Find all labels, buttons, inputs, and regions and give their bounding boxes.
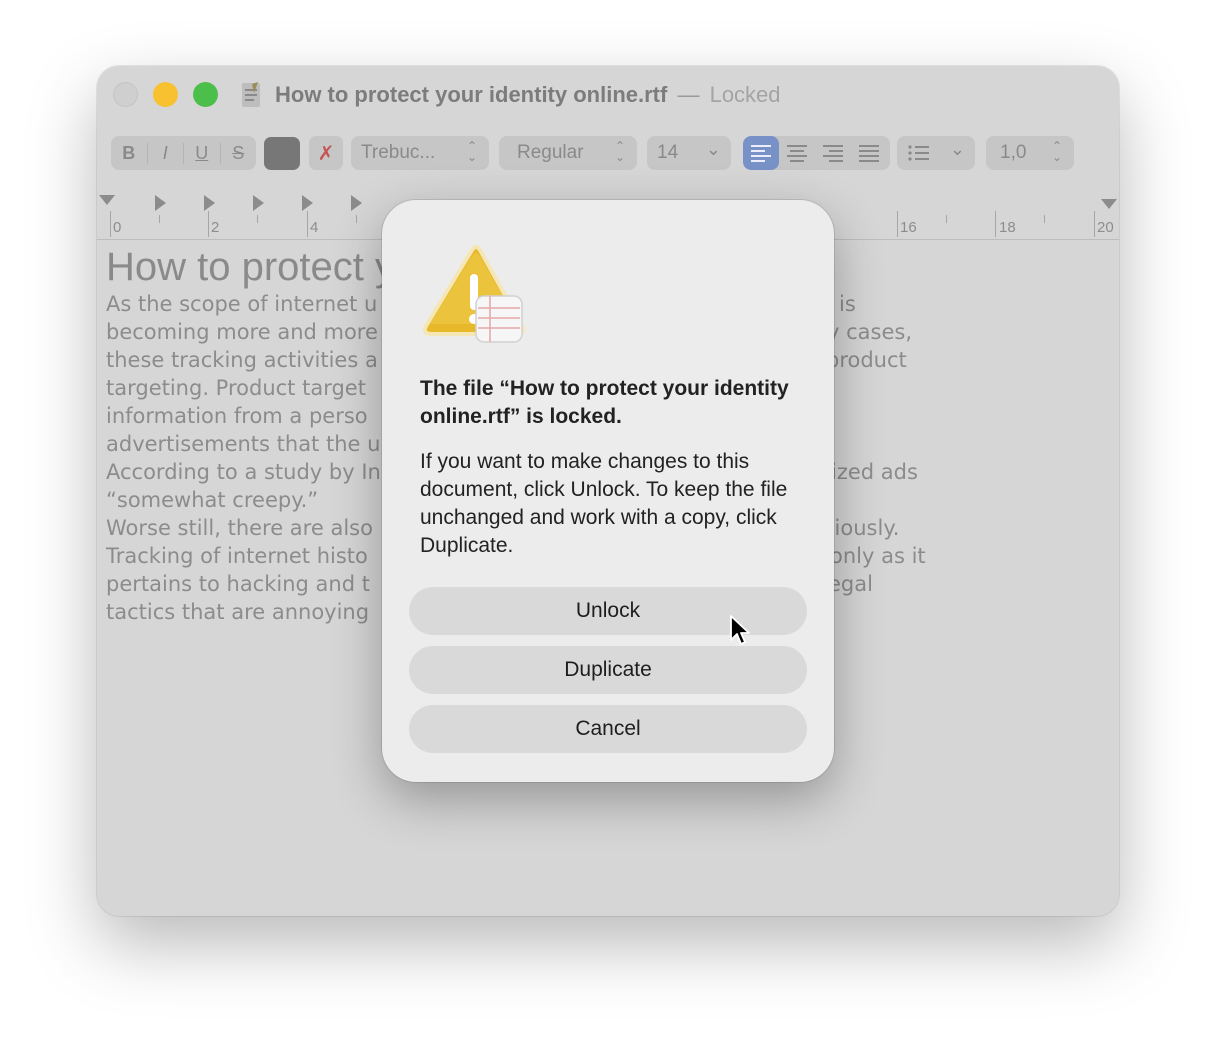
ruler-label: 2 bbox=[211, 219, 220, 236]
document-fragment bbox=[836, 374, 926, 402]
strikethrough-button[interactable]: S bbox=[219, 142, 257, 164]
alert-title: The file “How to protect your identity o… bbox=[420, 377, 789, 428]
line-spacing-value: 1,0 bbox=[1000, 142, 1027, 163]
bold-button[interactable]: B bbox=[111, 143, 147, 164]
lock-status[interactable]: Locked bbox=[710, 82, 781, 107]
close-button[interactable] bbox=[113, 82, 138, 107]
document-fragment: only as it bbox=[830, 544, 926, 568]
alert-message: If you want to make changes to this docu… bbox=[420, 450, 788, 557]
document-fragment: ciously. bbox=[823, 516, 900, 540]
ruler-tick bbox=[110, 211, 111, 237]
text-style-buttons: B I U S bbox=[111, 136, 256, 170]
locked-file-alert: The file “How to protect your identity o… bbox=[382, 200, 834, 782]
ruler-tick bbox=[1094, 211, 1095, 237]
line-spacing-popup[interactable]: 1,0 ⌃ ⌄ bbox=[986, 136, 1074, 170]
italic-button[interactable]: I bbox=[146, 142, 184, 164]
ruler-tick bbox=[307, 211, 308, 237]
document-fragment: is bbox=[839, 292, 856, 316]
text-color-well[interactable] bbox=[264, 137, 300, 170]
document-fragment bbox=[836, 402, 926, 430]
align-right-button[interactable] bbox=[815, 136, 851, 170]
ruler-tick bbox=[946, 215, 947, 223]
updown-chevron-icon: ⌃ ⌄ bbox=[466, 139, 477, 164]
align-left-icon bbox=[751, 145, 771, 162]
document-fragment: egal bbox=[828, 572, 873, 596]
title-separator: — bbox=[677, 82, 700, 107]
right-indent-marker[interactable] bbox=[1101, 199, 1117, 209]
title-bar[interactable]: How to protect your identity online.rtf … bbox=[97, 66, 1119, 124]
ruler-tick bbox=[257, 215, 258, 223]
tab-stop[interactable] bbox=[302, 195, 313, 211]
font-style-popup[interactable]: Regular ⌃ ⌄ bbox=[499, 136, 637, 170]
align-center-button[interactable] bbox=[779, 136, 815, 170]
justify-icon bbox=[859, 145, 879, 162]
ruler-tick bbox=[356, 215, 357, 223]
document-fragment: y cases, bbox=[827, 320, 912, 344]
left-indent-marker[interactable] bbox=[99, 195, 115, 205]
ruler-tick bbox=[995, 211, 996, 237]
font-size-value: 14 bbox=[657, 142, 679, 163]
ruler-label: 0 bbox=[113, 219, 122, 236]
zoom-button[interactable] bbox=[193, 82, 218, 107]
underline-button[interactable]: U bbox=[183, 142, 220, 164]
ruler-tick bbox=[897, 211, 898, 237]
align-left-button[interactable] bbox=[743, 136, 779, 170]
ruler-label: 20 bbox=[1097, 219, 1114, 236]
align-right-icon bbox=[823, 145, 843, 162]
document-fragment bbox=[836, 486, 926, 514]
document-fragment bbox=[836, 430, 926, 458]
updown-chevron-icon: ⌃ ⌄ bbox=[1051, 139, 1062, 164]
align-center-icon bbox=[787, 145, 807, 162]
chevron-down-icon: ⌄ bbox=[949, 139, 965, 159]
cancel-button[interactable]: Cancel bbox=[409, 705, 807, 753]
chevron-down-icon[interactable]: ⌄ bbox=[706, 139, 721, 160]
mouse-pointer-icon bbox=[730, 615, 750, 645]
tab-stop[interactable] bbox=[204, 195, 215, 211]
tab-stop[interactable] bbox=[253, 195, 264, 211]
list-style-popup[interactable]: ⌄ bbox=[897, 136, 975, 170]
document-fragment: ized ads bbox=[831, 460, 918, 484]
ruler-label: 16 bbox=[900, 219, 917, 236]
duplicate-button[interactable]: Duplicate bbox=[409, 646, 807, 694]
font-family-value: Trebuc... bbox=[361, 142, 436, 163]
alignment-buttons bbox=[743, 136, 890, 170]
ruler-tick bbox=[159, 215, 160, 223]
font-style-value: Regular bbox=[517, 142, 584, 163]
document-fragment: product bbox=[826, 348, 907, 372]
ruler-label: 4 bbox=[310, 219, 319, 236]
clear-style-icon[interactable]: ✗ bbox=[309, 136, 343, 170]
updown-chevron-icon: ⌃ ⌄ bbox=[614, 139, 625, 164]
file-name: How to protect your identity online.rtf bbox=[275, 82, 668, 107]
window-title: How to protect your identity online.rtf … bbox=[275, 82, 781, 108]
font-size-combo[interactable]: 14 ⌄ bbox=[647, 136, 731, 170]
document-right-fragments: is y cases, product ized ads ciously. on… bbox=[823, 290, 926, 598]
ruler-label: 18 bbox=[999, 219, 1016, 236]
document-proxy-icon[interactable] bbox=[240, 81, 262, 109]
tab-stop[interactable] bbox=[351, 195, 362, 211]
minimize-button[interactable] bbox=[153, 82, 178, 107]
tab-stop[interactable] bbox=[155, 195, 166, 211]
font-family-popup[interactable]: Trebuc... ⌃ ⌄ bbox=[351, 136, 489, 170]
ruler-tick bbox=[208, 211, 209, 237]
warning-icon bbox=[422, 245, 526, 343]
justify-button[interactable] bbox=[851, 136, 887, 170]
bullet-list-icon bbox=[908, 145, 929, 161]
ruler-tick bbox=[1044, 215, 1045, 223]
format-toolbar: B I U S ✗ Trebuc... ⌃⌄ Regular ⌃⌄ 14 ⌄ bbox=[97, 136, 1119, 172]
